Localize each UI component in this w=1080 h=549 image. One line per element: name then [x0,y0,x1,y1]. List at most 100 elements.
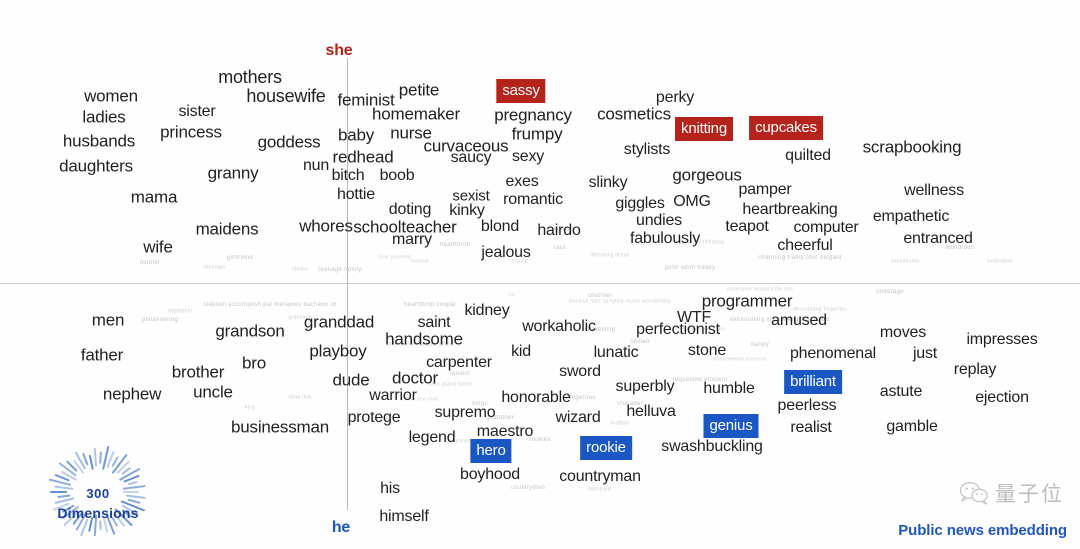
word-label-mama: mama [130,187,178,207]
background-word: mother [139,260,161,266]
axis-pole-label-she: she [325,42,353,59]
word-label-amused: amused [771,312,827,329]
background-word: liberating dread [590,252,630,259]
word-label-romantic: romantic [503,191,563,208]
word-label-computer: computer [793,219,859,236]
word-label-ladies: ladies [82,107,126,127]
logo-line-dimensions: Dimensions [57,505,139,521]
background-word: bandy [751,342,769,348]
word-label-petite: petite [398,80,440,100]
word-label-sister: sister [178,103,216,120]
word-label-husbands: husbands [62,131,136,151]
highlighted-word-cupcakes: cupcakes [749,116,823,140]
word-label-himself: himself [379,508,429,525]
word-label-women: women [84,86,138,106]
word-label-brother: brother [171,362,225,382]
word-label-granny: granny [207,163,259,183]
background-word: hookup [410,258,430,265]
highlighted-word-rookie: rookie [580,436,632,460]
background-word: chap dub [288,394,312,401]
word-label-entranced: entranced [903,230,973,247]
background-word: girlfriend [226,255,254,261]
background-word: philandering [141,317,179,323]
word-label-wife: wife [143,237,173,257]
word-label-baby: baby [337,125,375,145]
word-label-blond: blond [480,218,520,235]
word-label-sword: sword [559,363,601,380]
word-label-empathetic: empathetic [872,208,950,225]
watermark-text: 量子位 [995,482,1064,506]
background-word: lol [509,292,515,299]
background-word: bookish liars sprightly music wonderfull… [569,298,671,305]
word-label-maestro: maestro [476,423,534,440]
word-label-moves: moves [879,324,927,341]
word-label-superbly: superbly [615,378,675,395]
word-label-men: men [91,310,125,330]
word-label-honorable: honorable [501,389,571,406]
word-label-swashbuckling: swashbuckling [661,438,763,455]
word-label-heartbreaking: heartbreaking [742,201,838,218]
highlighted-word-hero: hero [470,439,512,463]
word-label-just: just [912,345,938,362]
word-label-redhead: redhead [332,147,394,167]
word-label-kidney: kidney [464,302,510,319]
word-label-humble: humble [703,380,755,397]
word-label-gamble: gamble [886,418,938,435]
word-label-impresses: impresses [966,331,1038,348]
word-label-boob: boob [379,167,415,184]
word-label-sexy: sexy [511,148,545,165]
word-label-daughters: daughters [59,156,133,176]
word-label-pamper: pamper [738,181,792,198]
word-label-supremo: supremo [434,404,496,421]
word-label-boyhood: boyhood [460,466,520,483]
background-word: king [244,404,256,411]
word-label-programmer: programmer [701,291,793,311]
axis-pole-label-he: he [331,519,351,536]
highlighted-word-genius: genius [703,414,759,438]
word-label-lunatic: lunatic [593,344,639,361]
background-word: posh edith freaky [664,265,716,271]
background-word: brat yearend [379,254,411,261]
background-word: stepson accomplish pal therapies bachelo… [203,302,337,308]
background-word: fanatic [450,371,470,377]
highlighted-word-brilliant: brilliant [784,370,842,394]
word-label-teapot: teapot [725,218,769,235]
word-label-replay: replay [953,361,997,378]
word-label-scrapbooking: scrapbooking [862,137,962,157]
word-label-realist: realist [790,419,832,436]
word-label-goddess: goddess [257,132,321,152]
word-label-stylists: stylists [623,141,671,158]
three-hundred-dimensions-logo: 300 Dimensions [8,440,188,545]
wechat-watermark: 量子位 [959,478,1064,508]
word-label-stone: stone [687,342,727,359]
word-label-uncle: uncle [193,382,233,402]
word-label-fabulously: fabulously [629,230,701,247]
highlighted-word-knitting: knitting [675,117,733,141]
word-label-princess: princess [160,122,222,142]
background-word: underage [876,289,904,295]
word-label-granddad: granddad [303,312,375,332]
word-label-handsome: handsome [385,329,463,349]
word-label-wizard: wizard [555,409,601,426]
background-word: stepfather [167,308,193,315]
word-label-jealous: jealous [481,244,531,261]
word-label-doctor: doctor [391,368,439,388]
word-label-undies: undies [636,212,682,229]
background-word: teenage family [318,267,362,273]
word-label-slinky: slinky [588,174,628,191]
word-label-ejection: ejection [975,389,1029,406]
word-label-legend: legend [408,429,456,446]
word-label-helluva: helluva [626,403,676,420]
word-label-maidens: maidens [195,219,259,239]
figure-caption: Public news embedding [898,522,1067,539]
background-word: heartthrob couple [404,302,456,308]
word-label-hairdo: hairdo [537,222,581,239]
word-label-countryman: countryman [559,468,641,485]
word-label-quilted: quilted [785,147,831,164]
background-word: heartthrob [439,242,471,248]
word-label-omg: OMG [673,193,711,210]
background-word: countrymen [510,485,546,491]
word-label-phenomenal: phenomenal [789,345,877,362]
word-label-marry: marry [392,231,432,248]
background-word: sensational [890,258,920,265]
